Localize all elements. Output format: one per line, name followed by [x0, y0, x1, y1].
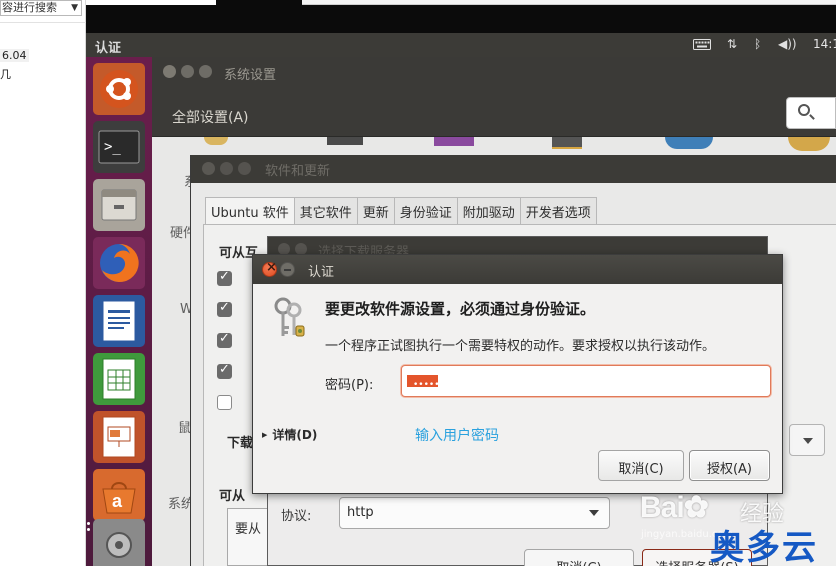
section-heading: 可从: [219, 489, 246, 504]
libreoffice-calc-icon[interactable]: [93, 353, 145, 405]
tab-other-software[interactable]: 其它软件: [293, 197, 357, 225]
source-checkbox[interactable]: [217, 300, 232, 317]
svg-text:>_: >_: [104, 139, 121, 155]
minimize-icon[interactable]: [280, 262, 295, 277]
host-search-text: 容进行搜索: [2, 1, 57, 14]
swu-window-title: 软件和更新: [265, 164, 331, 179]
all-settings-button[interactable]: 全部设置(A): [172, 107, 249, 127]
auth-dialog-title: 认证: [308, 265, 335, 280]
password-selection: ••••••: [407, 375, 445, 390]
terminal-icon[interactable]: >_: [93, 121, 145, 173]
settings-item-icon[interactable]: [327, 137, 363, 145]
keyboard-icon[interactable]: [693, 37, 711, 54]
close-icon[interactable]: [202, 162, 215, 175]
launcher-running-indicator: [87, 522, 90, 525]
close-icon[interactable]: [262, 260, 277, 277]
files-icon[interactable]: [93, 179, 145, 231]
settings-window-title: 系统设置: [224, 68, 277, 83]
divider: [0, 22, 86, 23]
settings-item-icon[interactable]: [788, 137, 830, 151]
settings-item-icon[interactable]: [204, 137, 228, 145]
protocol-select[interactable]: http: [339, 497, 610, 529]
host-top-bar: [86, 0, 836, 33]
libreoffice-impress-icon[interactable]: [93, 411, 145, 463]
host-text: 几: [0, 68, 11, 81]
auth-dialog: 认证 要更改软件源设置，必须通过身份验证。 一个程序正试图执行一个需要特权的动作…: [252, 254, 783, 494]
host-version-text: 6.04: [0, 49, 29, 62]
search-icon: [798, 104, 810, 116]
settings-item-icon[interactable]: [665, 137, 713, 149]
top-panel: 认证 ⇅ ᛒ ◀)) 14:1: [86, 33, 836, 57]
close-icon[interactable]: [163, 65, 176, 78]
download-from-label: 下载: [227, 436, 254, 451]
annotation-hint: 输入用户密码: [415, 428, 499, 444]
launcher: >_ a: [86, 57, 152, 566]
chevron-down-icon[interactable]: ▼: [71, 1, 78, 15]
tab-ubuntu-software[interactable]: Ubuntu 软件: [205, 197, 294, 225]
source-checkbox[interactable]: [217, 395, 232, 410]
swu-tab-bar: Ubuntu 软件 其它软件 更新 身份验证 附加驱动 开发者选项: [205, 197, 597, 225]
download-server-dropdown[interactable]: [789, 424, 825, 456]
tab-additional-drivers[interactable]: 附加驱动: [456, 197, 520, 225]
settings-item-icon[interactable]: [552, 137, 582, 149]
source-checkbox[interactable]: [217, 331, 232, 348]
protocol-label: 协议:: [281, 509, 312, 524]
screen: 容进行搜索 ▼ 6.04 几 认证 ⇅ ᛒ ◀)) 14:1 >_: [0, 0, 836, 566]
minimize-icon[interactable]: [181, 65, 194, 78]
tab-updates[interactable]: 更新: [356, 197, 394, 225]
details-expander[interactable]: ▶ 详情(D): [262, 426, 317, 443]
settings-titlebar: 系统设置: [152, 57, 836, 89]
source-checkbox[interactable]: [217, 362, 232, 379]
auth-cancel-button[interactable]: 取消(C): [598, 450, 684, 481]
settings-icon[interactable]: [93, 519, 145, 566]
host-top-strip: [302, 0, 836, 5]
baidu-watermark: Bai✿: [640, 490, 709, 525]
libreoffice-writer-icon[interactable]: [93, 295, 145, 347]
auth-heading: 要更改软件源设置，必须通过身份验证。: [325, 300, 596, 318]
clock[interactable]: 14:1: [813, 37, 836, 51]
swu-titlebar: 软件和更新: [191, 155, 836, 183]
tab-authentication[interactable]: 身份验证: [393, 197, 457, 225]
host-side-panel: 容进行搜索 ▼ 6.04 几: [0, 0, 86, 566]
paw-icon: ✿: [683, 491, 709, 524]
host-search-box[interactable]: 容进行搜索 ▼: [0, 0, 82, 16]
protocol-value: http: [347, 505, 374, 520]
ubuntu-dash-icon[interactable]: [93, 63, 145, 115]
server-cancel-button[interactable]: 取消(C): [524, 549, 634, 566]
tab-developer-options[interactable]: 开发者选项: [519, 197, 597, 225]
software-center-icon[interactable]: a: [93, 469, 145, 521]
settings-item-icon[interactable]: [434, 137, 474, 146]
maximize-icon[interactable]: [238, 162, 251, 175]
launcher-running-indicator: [87, 528, 90, 531]
settings-search-input[interactable]: [786, 97, 836, 129]
source-checkbox[interactable]: [217, 269, 232, 286]
auth-description: 一个程序正试图执行一个需要特权的动作。要求授权以执行该动作。: [325, 339, 716, 354]
password-dots: ••••••: [413, 380, 445, 390]
network-transfer-icon[interactable]: ⇅: [727, 37, 737, 51]
password-input[interactable]: ••••••: [401, 365, 771, 397]
keys-icon: [270, 296, 310, 342]
firefox-icon[interactable]: [93, 237, 145, 289]
host-top-strip: [86, 0, 216, 5]
settings-header: 全部设置(A): [152, 89, 836, 137]
bluetooth-icon[interactable]: ᛒ: [754, 37, 761, 51]
auth-titlebar: 认证: [253, 255, 782, 284]
panel-title: 认证: [95, 41, 122, 56]
svg-text:a: a: [112, 491, 123, 511]
volume-icon[interactable]: ◀)): [778, 37, 797, 51]
authorize-button[interactable]: 授权(A): [689, 450, 770, 481]
source-code-text: 要从: [235, 522, 262, 537]
password-label: 密码(P):: [325, 378, 374, 393]
minimize-icon[interactable]: [220, 162, 233, 175]
expander-arrow-icon: ▶: [262, 431, 268, 439]
baidu-watermark-text: Bai: [640, 491, 685, 524]
maximize-icon[interactable]: [199, 65, 212, 78]
details-label: 详情(D): [272, 428, 318, 442]
aoduoyun-watermark: 奥多云: [710, 528, 818, 566]
